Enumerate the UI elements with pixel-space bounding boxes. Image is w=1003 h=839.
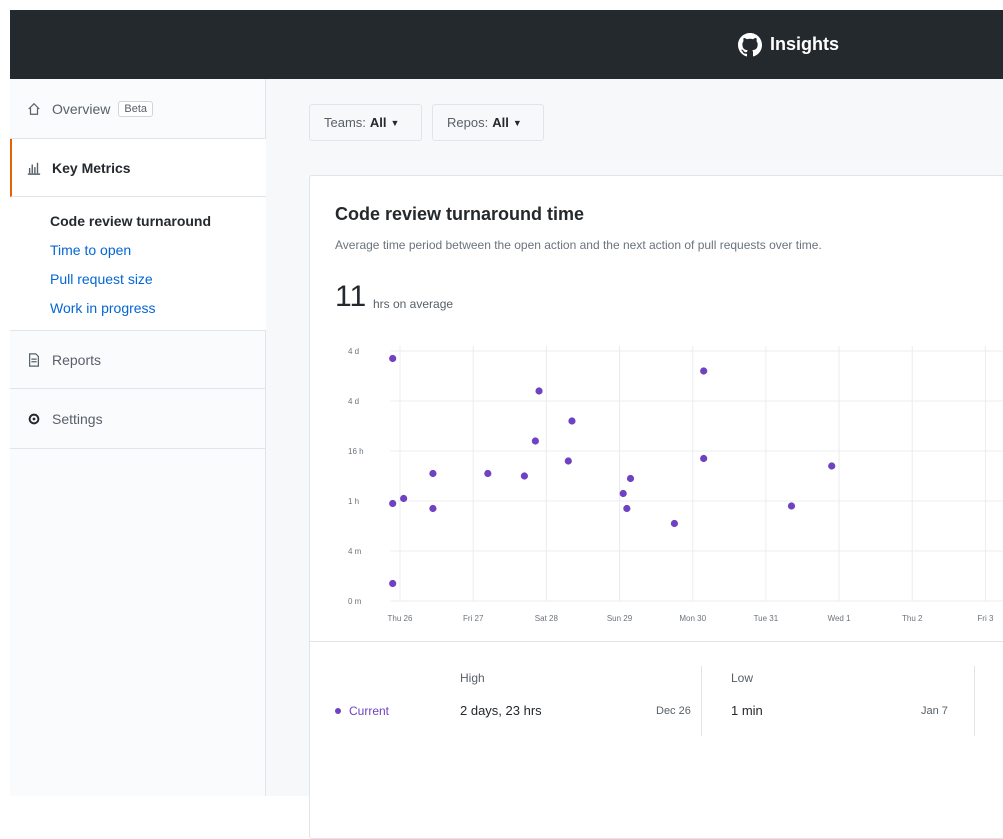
y-tick-label: 4 m — [348, 547, 362, 556]
beta-badge: Beta — [118, 100, 153, 117]
scatter-chart[interactable]: 4 d 4 d 16 h 1 h 4 m 0 m Thu 26 Fri 27 Sat 28 Sun… — [310, 336, 1003, 636]
legend-dot — [335, 708, 341, 714]
sidebar-item-label: Reports — [52, 351, 102, 368]
data-point — [400, 494, 408, 503]
sidebar-item-reports[interactable]: Reports — [10, 331, 266, 389]
y-tick-label: 4 d — [348, 397, 359, 406]
sidebar-item-label: Settings — [52, 410, 103, 427]
low-value: 1 min — [731, 703, 763, 718]
y-tick-label: 16 h — [348, 447, 364, 456]
x-tick-label: Thu 26 — [388, 614, 413, 623]
data-point — [623, 504, 631, 513]
caret-down-icon: ▼ — [390, 117, 400, 128]
data-point — [564, 457, 572, 465]
data-point — [531, 437, 539, 445]
data-point — [429, 504, 437, 513]
home-icon — [26, 101, 42, 117]
graph-icon — [26, 160, 42, 176]
data-point — [787, 502, 796, 510]
stats-divider — [310, 641, 1003, 642]
sidebar-item-key-metrics[interactable]: Key Metrics — [10, 139, 266, 197]
stats-separator — [974, 666, 975, 736]
x-tick-label: Fri 27 — [463, 614, 484, 623]
github-octocat-icon — [738, 32, 762, 57]
high-date: Dec 26 — [656, 705, 691, 717]
caret-down-icon: ▼ — [512, 117, 522, 128]
card-title: Code review turnaround time — [335, 204, 585, 224]
x-tick-label: Sun 29 — [607, 614, 633, 623]
high-value: 2 days, 23 hrs — [460, 703, 542, 718]
sidebar-item-label: Key Metrics — [52, 159, 131, 176]
stats-separator — [701, 666, 702, 736]
data-point — [389, 579, 397, 588]
data-point — [429, 469, 437, 478]
sidebar: Overview Beta Key Metrics Code review tu… — [10, 79, 266, 796]
data-point — [520, 472, 528, 480]
repos-filter-dropdown[interactable]: Repos: All ▼ — [432, 104, 544, 141]
teams-filter-value: All — [369, 115, 387, 130]
y-tick-label: 4 d — [348, 347, 359, 356]
data-point — [484, 469, 492, 478]
data-point — [389, 499, 397, 508]
sidebar-item-label: Overview — [52, 100, 111, 117]
subnav-item-pull-request-size[interactable]: Pull request size — [50, 271, 153, 287]
data-point — [700, 454, 708, 463]
repos-filter-value: All — [492, 115, 509, 130]
x-tick-label: Thu 2 — [902, 614, 923, 623]
data-point — [700, 367, 708, 375]
legend-label: Current — [349, 704, 390, 718]
x-tick-label: Fri 3 — [977, 614, 994, 623]
repos-filter-label: Repos: — [447, 115, 489, 130]
key-metrics-subnav: Code review turnaround Time to open Pull… — [10, 197, 266, 331]
y-tick-label: 0 m — [348, 597, 362, 606]
data-point — [828, 462, 836, 470]
x-tick-label: Sat 28 — [535, 614, 559, 623]
average-value: 11 — [335, 280, 367, 313]
data-point — [670, 519, 679, 528]
data-point — [626, 474, 635, 483]
sidebar-item-settings[interactable]: Settings — [10, 389, 266, 449]
app-brand[interactable]: Insights — [738, 10, 839, 79]
gear-icon — [26, 411, 42, 427]
data-point — [619, 489, 627, 498]
low-label: Low — [731, 671, 754, 685]
average-value-unit: hrs on average — [373, 297, 454, 311]
low-date: Jan 7 — [921, 705, 948, 717]
card-subtitle: Average time period between the open act… — [335, 238, 822, 252]
subnav-item-time-to-open[interactable]: Time to open — [50, 242, 131, 258]
top-header: Insights — [10, 10, 1003, 79]
y-tick-label: 1 h — [348, 497, 359, 506]
data-point — [568, 417, 576, 425]
x-tick-label: Mon 30 — [679, 614, 706, 623]
metric-card: Code review turnaround time Average time… — [309, 175, 1003, 839]
teams-filter-label: Teams: — [324, 115, 366, 130]
high-label: High — [460, 671, 485, 685]
subnav-item-code-review-turnaround[interactable]: Code review turnaround — [50, 213, 211, 229]
data-point — [535, 387, 543, 395]
app-name: Insights — [770, 34, 840, 54]
x-tick-label: Tue 31 — [754, 614, 779, 623]
subnav-item-work-in-progress[interactable]: Work in progress — [50, 300, 156, 316]
x-tick-label: Wed 1 — [828, 614, 852, 623]
sidebar-item-overview[interactable]: Overview Beta — [10, 79, 266, 139]
data-point — [389, 354, 397, 363]
legend-current[interactable]: Current — [335, 704, 389, 718]
teams-filter-dropdown[interactable]: Teams: All ▼ — [309, 104, 422, 141]
main-content: Teams: All ▼ Repos: All ▼ Code review tu… — [266, 79, 1003, 839]
file-icon — [26, 352, 42, 368]
